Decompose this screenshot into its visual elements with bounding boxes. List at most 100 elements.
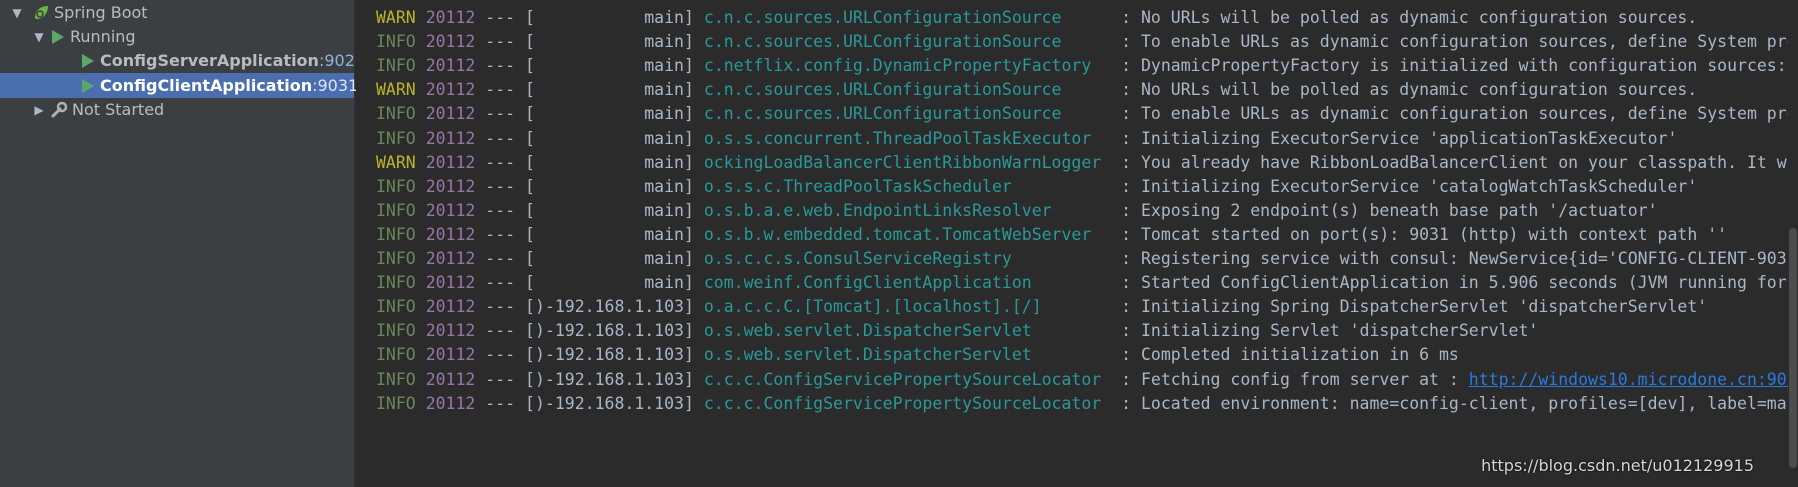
log-thread: [ main] — [525, 32, 694, 52]
log-thread: [ main] — [525, 56, 694, 76]
log-level: INFO — [376, 393, 416, 413]
log-separator: --- — [485, 224, 516, 244]
log-line: INFO 20112 --- [ main] o.s.b.a.e.web.End… — [376, 197, 1658, 224]
log-logger: o.s.c.c.s.ConsulServiceRegistry — [703, 249, 1112, 268]
log-level: INFO — [376, 32, 416, 52]
log-line: INFO 20112 --- [)-192.168.1.103] o.a.c.c… — [376, 293, 1707, 320]
log-line: INFO 20112 --- [ main] o.s.s.c.ThreadPoo… — [376, 173, 1697, 200]
log-logger: c.n.c.sources.URLConfigurationSource — [703, 32, 1112, 52]
tree-node-label: Not Started — [72, 100, 165, 119]
log-level: INFO — [376, 321, 416, 341]
log-line: INFO 20112 --- [ main] c.netflix.config.… — [376, 52, 1787, 79]
run-icon — [82, 53, 94, 68]
log-logger: c.netflix.config.DynamicPropertyFactory — [703, 56, 1112, 76]
log-message: : To enable URLs as dynamic configuratio… — [1121, 104, 1797, 124]
log-pid: 20112 — [425, 273, 476, 293]
log-line: WARN 20112 --- [ main] c.n.c.sources.URL… — [376, 76, 1697, 103]
log-level: WARN — [376, 152, 416, 172]
wrench-icon — [50, 101, 68, 119]
log-logger: o.s.s.concurrent.ThreadPoolTaskExecutor — [703, 128, 1112, 148]
log-line: INFO 20112 --- [)-192.168.1.103] c.c.c.C… — [376, 366, 1797, 393]
log-logger: c.n.c.sources.URLConfigurationSource — [703, 8, 1112, 27]
log-pid: 20112 — [425, 224, 476, 244]
log-pid: 20112 — [425, 128, 476, 148]
log-level: INFO — [376, 128, 416, 148]
log-message: : Fetching config from server at : — [1121, 369, 1469, 389]
log-logger: c.c.c.ConfigServicePropertySourceLocator — [703, 393, 1112, 413]
log-level: INFO — [376, 249, 416, 268]
log-message: : DynamicPropertyFactory is initialized … — [1121, 56, 1787, 76]
console-output[interactable]: WARN 20112 --- [ main] c.n.c.sources.URL… — [356, 0, 1798, 487]
log-level: INFO — [376, 224, 416, 244]
run-icon — [52, 29, 64, 44]
chevron-right-icon[interactable]: ▶ — [32, 103, 46, 117]
log-thread: [ main] — [525, 273, 694, 293]
log-message: : You already have RibbonLoadBalancerCli… — [1121, 152, 1797, 172]
log-separator: --- — [485, 152, 516, 172]
log-pid: 20112 — [425, 369, 476, 389]
tree-node-label: Running — [70, 27, 136, 46]
log-pid: 20112 — [425, 176, 476, 196]
log-line: INFO 20112 --- [ main] o.s.b.w.embedded.… — [376, 221, 1727, 248]
log-pid: 20112 — [425, 8, 476, 27]
log-pid: 20112 — [425, 249, 476, 268]
log-message: : Started ConfigClientApplication in 5.9… — [1121, 273, 1787, 293]
log-level: INFO — [376, 297, 416, 317]
tree-node-running[interactable]: ▼ Running — [0, 24, 354, 49]
log-line: INFO 20112 --- [ main] c.n.c.sources.URL… — [376, 28, 1797, 55]
log-separator: --- — [485, 249, 516, 268]
log-pid: 20112 — [425, 80, 476, 100]
log-separator: --- — [485, 104, 516, 124]
log-separator: --- — [485, 200, 516, 220]
log-logger: o.s.web.servlet.DispatcherServlet — [703, 345, 1112, 365]
log-separator: --- — [485, 32, 516, 52]
chevron-down-icon[interactable]: ▼ — [10, 6, 24, 20]
log-message: : Initializing ExecutorService 'catalogW… — [1121, 176, 1698, 196]
log-link[interactable]: http://windows10.microdone.cn:902 — [1469, 370, 1797, 389]
log-separator: --- — [485, 369, 516, 389]
scrollbar-thumb[interactable] — [1789, 228, 1797, 468]
log-separator: --- — [485, 393, 516, 413]
log-separator: --- — [485, 321, 516, 341]
log-separator: --- — [485, 297, 516, 317]
log-message: : No URLs will be polled as dynamic conf… — [1121, 80, 1698, 100]
log-pid: 20112 — [425, 200, 476, 220]
tree-node-spring-boot[interactable]: ▼ Spring Boot — [0, 0, 354, 25]
chevron-down-icon[interactable]: ▼ — [32, 30, 46, 44]
log-message: : To enable URLs as dynamic configuratio… — [1121, 32, 1797, 52]
console-scrollbar[interactable] — [1788, 0, 1798, 487]
log-thread: [)-192.168.1.103] — [525, 321, 694, 341]
log-pid: 20112 — [425, 104, 476, 124]
log-line: INFO 20112 --- [)-192.168.1.103] o.s.web… — [376, 317, 1538, 344]
log-separator: --- — [485, 176, 516, 196]
spring-boot-icon — [32, 4, 50, 22]
log-level: INFO — [376, 200, 416, 220]
log-thread: [ main] — [525, 176, 694, 196]
log-thread: [ main] — [525, 249, 694, 268]
log-thread: [ main] — [525, 8, 694, 27]
run-icon — [82, 78, 94, 93]
tree-node-config-client-application[interactable]: ConfigClientApplication :9031/ — [0, 73, 364, 98]
log-pid: 20112 — [425, 321, 476, 341]
log-logger: o.s.b.a.e.web.EndpointLinksResolver — [703, 200, 1112, 220]
log-separator: --- — [485, 8, 516, 27]
watermark: https://blog.csdn.net/u012129915 — [1481, 456, 1754, 475]
log-logger: c.c.c.ConfigServicePropertySourceLocator — [703, 369, 1112, 389]
log-message: : Completed initialization in 6 ms — [1121, 345, 1459, 365]
tree-node-config-server-application[interactable]: ConfigServerApplication :9021/ — [0, 48, 370, 73]
log-level: INFO — [376, 273, 416, 293]
log-thread: [)-192.168.1.103] — [525, 345, 694, 365]
log-pid: 20112 — [425, 345, 476, 365]
tree-node-not-started[interactable]: ▶ Not Started — [0, 97, 354, 122]
log-message: : Initializing ExecutorService 'applicat… — [1121, 128, 1678, 148]
log-thread: [)-192.168.1.103] — [525, 297, 694, 317]
log-separator: --- — [485, 80, 516, 100]
log-level: INFO — [376, 104, 416, 124]
log-level: INFO — [376, 369, 416, 389]
log-level: INFO — [376, 345, 416, 365]
log-thread: [)-192.168.1.103] — [525, 393, 694, 413]
app-name: ConfigClientApplication — [100, 76, 313, 95]
log-line: INFO 20112 --- [ main] o.s.c.c.s.ConsulS… — [376, 245, 1797, 272]
log-logger: c.n.c.sources.URLConfigurationSource — [703, 80, 1112, 100]
log-message: : Tomcat started on port(s): 9031 (http)… — [1121, 224, 1728, 244]
